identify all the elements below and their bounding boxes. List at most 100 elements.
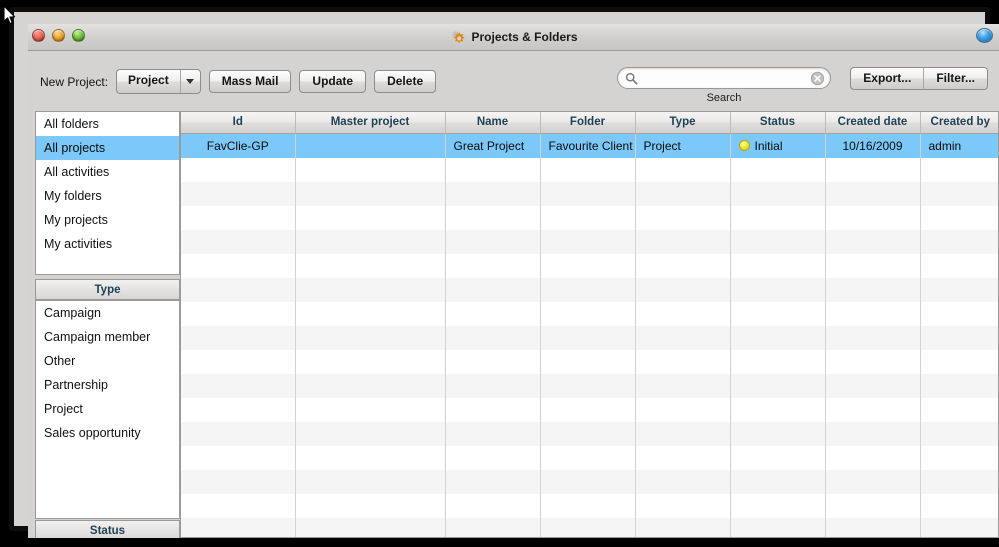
table-row[interactable] <box>181 181 998 206</box>
blue-status-button[interactable] <box>976 28 993 43</box>
cell-type <box>635 205 731 230</box>
cell-folder <box>540 493 636 518</box>
column-header-master-project[interactable]: Master project <box>295 112 446 134</box>
cell-status <box>730 469 826 494</box>
cell-master-project <box>295 277 446 302</box>
cell-name <box>445 445 541 470</box>
table-row[interactable] <box>181 229 998 254</box>
cell-folder <box>540 373 636 398</box>
table-row[interactable] <box>181 421 998 446</box>
cell-folder <box>540 301 636 326</box>
cell-status <box>730 349 826 374</box>
cell-created-by: admin <box>920 133 998 158</box>
type-item-partnership[interactable]: Partnership <box>36 373 179 397</box>
table-body[interactable]: FavClie-GP Great Project Favourite Client P… <box>181 133 998 537</box>
export-button[interactable]: Export... <box>850 67 925 90</box>
column-header-created-date[interactable]: Created date <box>825 112 921 134</box>
table-row[interactable] <box>181 349 998 374</box>
cell-id <box>181 349 296 374</box>
cell-type <box>635 469 731 494</box>
cell-master-project <box>295 373 446 398</box>
cell-status <box>730 301 826 326</box>
cell-created-by <box>920 517 998 537</box>
cell-name <box>445 157 541 182</box>
cell-id <box>181 205 296 230</box>
cell-type <box>635 517 731 537</box>
search-field[interactable] <box>617 67 831 90</box>
cell-created-date <box>825 397 921 422</box>
status-section-header[interactable]: Status <box>35 520 180 538</box>
type-section-header[interactable]: Type <box>35 279 180 300</box>
table-row[interactable] <box>181 445 998 470</box>
chevron-down-icon[interactable] <box>179 70 200 93</box>
sidebar-item-my-activities[interactable]: My activities <box>36 232 179 256</box>
type-item-campaign-member[interactable]: Campaign member <box>36 325 179 349</box>
projects-table-area[interactable]: Id Master project Name Folder Type Status Crea… <box>180 111 999 538</box>
mass-mail-button[interactable]: Mass Mail <box>208 70 292 93</box>
cell-status <box>730 157 826 182</box>
cell-folder <box>540 421 636 446</box>
column-header-created-by[interactable]: Created by <box>920 112 998 134</box>
cell-type <box>635 325 731 350</box>
filter-button[interactable]: Filter... <box>924 67 988 90</box>
cell-status <box>730 229 826 254</box>
table-row[interactable] <box>181 373 998 398</box>
cell-type <box>635 277 731 302</box>
folders-list[interactable]: All folders All projects All activities My … <box>35 111 180 275</box>
table-header-row[interactable]: Id Master project Name Folder Type Status Crea… <box>181 112 998 134</box>
new-project-select[interactable]: Project <box>116 69 201 94</box>
cell-status <box>730 493 826 518</box>
application-window: Projects & Folders New Project: Project … <box>28 24 999 538</box>
type-list[interactable]: Campaign Campaign member Other Partnership P… <box>35 300 180 519</box>
column-header-status[interactable]: Status <box>730 112 826 134</box>
table-row[interactable] <box>181 205 998 230</box>
type-item-other[interactable]: Other <box>36 349 179 373</box>
toolbar: New Project: Project Mass Mail Update De… <box>28 51 999 111</box>
toolbar-right-group: Export... Filter... <box>850 67 988 90</box>
table-row[interactable] <box>181 277 998 302</box>
cell-status <box>730 445 826 470</box>
update-button[interactable]: Update <box>299 70 367 93</box>
cell-folder <box>540 277 636 302</box>
cell-master-project <box>295 157 446 182</box>
sidebar-item-all-projects[interactable]: All projects <box>36 136 179 160</box>
new-project-select-value: Project <box>128 73 169 87</box>
cell-name <box>445 181 541 206</box>
sidebar-item-all-activities[interactable]: All activities <box>36 160 179 184</box>
search-input[interactable] <box>642 68 804 90</box>
cell-created-date <box>825 421 921 446</box>
type-item-sales-opportunity[interactable]: Sales opportunity <box>36 421 179 445</box>
cell-master-project <box>295 253 446 278</box>
sidebar-item-my-projects[interactable]: My projects <box>36 208 179 232</box>
delete-button[interactable]: Delete <box>374 70 437 93</box>
table-row[interactable] <box>181 493 998 518</box>
cell-status <box>730 253 826 278</box>
type-item-campaign[interactable]: Campaign <box>36 301 179 325</box>
cell-id: FavClie-GP <box>181 133 296 158</box>
cell-name <box>445 493 541 518</box>
screen: Projects & Folders New Project: Project … <box>0 0 999 547</box>
table-row[interactable]: FavClie-GP Great Project Favourite Client P… <box>181 133 998 158</box>
clear-icon[interactable] <box>810 71 825 86</box>
cell-created-by <box>920 301 998 326</box>
sidebar-item-all-folders[interactable]: All folders <box>36 112 179 136</box>
sidebar-item-my-folders[interactable]: My folders <box>36 184 179 208</box>
cell-created-by <box>920 205 998 230</box>
cell-type <box>635 253 731 278</box>
cell-folder <box>540 469 636 494</box>
table-row[interactable] <box>181 469 998 494</box>
column-header-name[interactable]: Name <box>445 112 541 134</box>
table-row[interactable] <box>181 301 998 326</box>
cell-folder <box>540 181 636 206</box>
table-row[interactable] <box>181 253 998 278</box>
column-header-id[interactable]: Id <box>181 112 296 134</box>
table-row[interactable] <box>181 157 998 182</box>
table-row[interactable] <box>181 397 998 422</box>
table-row[interactable] <box>181 325 998 350</box>
cell-name <box>445 373 541 398</box>
column-header-type[interactable]: Type <box>635 112 731 134</box>
table-row[interactable] <box>181 517 998 537</box>
type-item-project[interactable]: Project <box>36 397 179 421</box>
cell-id <box>181 325 296 350</box>
column-header-folder[interactable]: Folder <box>540 112 636 134</box>
